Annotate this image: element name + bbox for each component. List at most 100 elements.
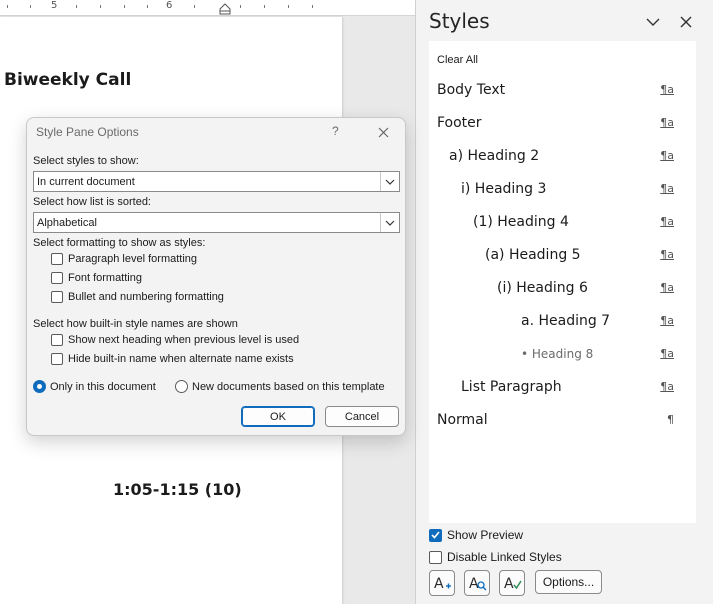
style-name: List Paragraph — [461, 379, 562, 395]
style-name: a) Heading 2 — [449, 148, 540, 164]
linked-style-icon: ¶a — [660, 248, 674, 261]
checkbox-unchecked-icon — [51, 272, 63, 284]
builtin-names-label: Select how built-in style names are show… — [33, 318, 238, 330]
ruler-tick — [147, 5, 148, 8]
ruler-number: 5 — [51, 0, 58, 11]
style-name: Clear All — [437, 54, 478, 66]
style-name: Normal — [437, 412, 488, 428]
new-style-button[interactable]: A — [429, 570, 455, 596]
style-item-normal[interactable]: Normal ¶ — [429, 405, 696, 435]
style-name: (1) Heading 4 — [473, 214, 569, 230]
ruler-tick — [76, 5, 77, 8]
bullet-numbering-checkbox[interactable]: Bullet and numbering formatting — [51, 291, 224, 303]
chevron-down-icon[interactable] — [644, 14, 662, 30]
checkbox-label: Show next heading when previous level is… — [68, 334, 300, 346]
font-formatting-checkbox[interactable]: Font formatting — [51, 272, 142, 284]
checkbox-unchecked-icon — [429, 550, 442, 564]
styles-pane: Styles Clear All Body Text ¶a Footer ¶a … — [416, 0, 713, 604]
style-name: • Heading 8 — [521, 347, 594, 361]
styles-to-show-select[interactable]: In current document — [33, 171, 400, 192]
style-pane-options-dialog: Style Pane Options ? Select styles to sh… — [26, 117, 406, 436]
linked-style-icon: ¶a — [660, 116, 674, 129]
horizontal-ruler[interactable]: 5 6 — [0, 0, 416, 16]
paragraph-formatting-checkbox[interactable]: Paragraph level formatting — [51, 253, 197, 265]
indent-marker-icon[interactable] — [219, 3, 231, 15]
dialog-title: Style Pane Options — [36, 125, 139, 139]
ruler-number: 6 — [166, 0, 173, 11]
ruler-tick — [312, 5, 313, 8]
paragraph-style-icon: ¶ — [667, 413, 674, 426]
clear-all-item[interactable]: Clear All — [429, 44, 696, 74]
style-item-heading-8[interactable]: • Heading 8 ¶a — [429, 339, 696, 369]
style-name: (i) Heading 6 — [497, 280, 588, 296]
style-item-footer[interactable]: Footer ¶a — [429, 108, 696, 138]
linked-style-icon: ¶a — [660, 380, 674, 393]
linked-style-icon: ¶a — [660, 83, 674, 96]
style-inspector-icon: A — [469, 576, 487, 592]
checkbox-checked-icon — [429, 528, 442, 542]
ruler-tick — [124, 5, 125, 8]
linked-style-icon: ¶a — [660, 182, 674, 195]
pane-title: Styles — [429, 9, 490, 33]
ruler-tick — [30, 5, 31, 8]
linked-style-icon: ¶a — [660, 314, 674, 327]
style-name: Body Text — [437, 82, 506, 98]
linked-style-icon: ¶a — [660, 281, 674, 294]
checkbox-label: Hide built-in name when alternate name e… — [68, 353, 294, 365]
style-name: a. Heading 7 — [521, 313, 611, 329]
style-item-heading-6[interactable]: (i) Heading 6 ¶a — [429, 273, 696, 303]
disable-linked-styles-checkbox[interactable]: Disable Linked Styles — [429, 550, 562, 564]
select-value: Alphabetical — [37, 217, 97, 229]
disable-linked-styles-label: Disable Linked Styles — [447, 550, 562, 564]
svg-text:A: A — [434, 576, 444, 592]
hide-builtin-name-checkbox[interactable]: Hide built-in name when alternate name e… — [51, 353, 294, 365]
ruler-tick — [7, 5, 8, 8]
document-time-text: 1:05-1:15 (10) — [113, 480, 242, 499]
close-icon[interactable] — [677, 13, 695, 31]
select-value: In current document — [37, 176, 135, 188]
sort-order-select[interactable]: Alphabetical — [33, 212, 400, 233]
manage-styles-icon: A — [504, 576, 522, 592]
close-icon[interactable] — [376, 125, 390, 139]
ruler-tick — [264, 5, 265, 8]
options-button[interactable]: Options... — [535, 570, 602, 594]
style-inspector-button[interactable]: A — [464, 570, 490, 596]
linked-style-icon: ¶a — [660, 347, 674, 360]
show-next-heading-checkbox[interactable]: Show next heading when previous level is… — [51, 334, 299, 346]
style-name: (a) Heading 5 — [485, 247, 581, 263]
new-documents-template-radio[interactable]: New documents based on this template — [175, 380, 385, 393]
checkbox-unchecked-icon — [51, 253, 63, 265]
new-style-icon: A — [434, 576, 451, 592]
style-item-heading-3[interactable]: i) Heading 3 ¶a — [429, 174, 696, 204]
linked-style-icon: ¶a — [660, 215, 674, 228]
style-item-heading-7[interactable]: a. Heading 7 ¶a — [429, 306, 696, 336]
manage-styles-button[interactable]: A — [499, 570, 525, 596]
svg-text:A: A — [504, 576, 514, 592]
checkbox-unchecked-icon — [51, 334, 63, 346]
cancel-button[interactable]: Cancel — [325, 406, 399, 427]
only-this-document-radio[interactable]: Only in this document — [33, 380, 156, 393]
ok-button[interactable]: OK — [241, 406, 315, 427]
style-name: i) Heading 3 — [461, 181, 547, 197]
checkbox-label: Paragraph level formatting — [68, 253, 198, 265]
formatting-label: Select formatting to show as styles: — [33, 237, 206, 249]
style-item-heading-2[interactable]: a) Heading 2 ¶a — [429, 141, 696, 171]
chevron-down-icon — [380, 213, 399, 232]
style-item-heading-4[interactable]: (1) Heading 4 ¶a — [429, 207, 696, 237]
ruler-tick — [194, 5, 195, 8]
radio-label: Only in this document — [50, 380, 156, 393]
style-item-body-text[interactable]: Body Text ¶a — [429, 75, 696, 105]
show-preview-checkbox[interactable]: Show Preview — [429, 528, 523, 542]
ruler-tick — [240, 5, 241, 8]
sort-label: Select how list is sorted: — [33, 196, 151, 208]
checkbox-label: Font formatting — [68, 272, 142, 284]
show-preview-label: Show Preview — [447, 528, 524, 542]
ruler-tick — [100, 5, 101, 8]
checkbox-label: Bullet and numbering formatting — [68, 291, 224, 303]
document-heading: Biweekly Call — [4, 70, 132, 90]
style-item-heading-5[interactable]: (a) Heading 5 ¶a — [429, 240, 696, 270]
style-item-list-paragraph[interactable]: List Paragraph ¶a — [429, 372, 696, 402]
radio-label: New documents based on this template — [192, 380, 385, 393]
help-icon[interactable]: ? — [332, 124, 339, 138]
linked-style-icon: ¶a — [660, 149, 674, 162]
